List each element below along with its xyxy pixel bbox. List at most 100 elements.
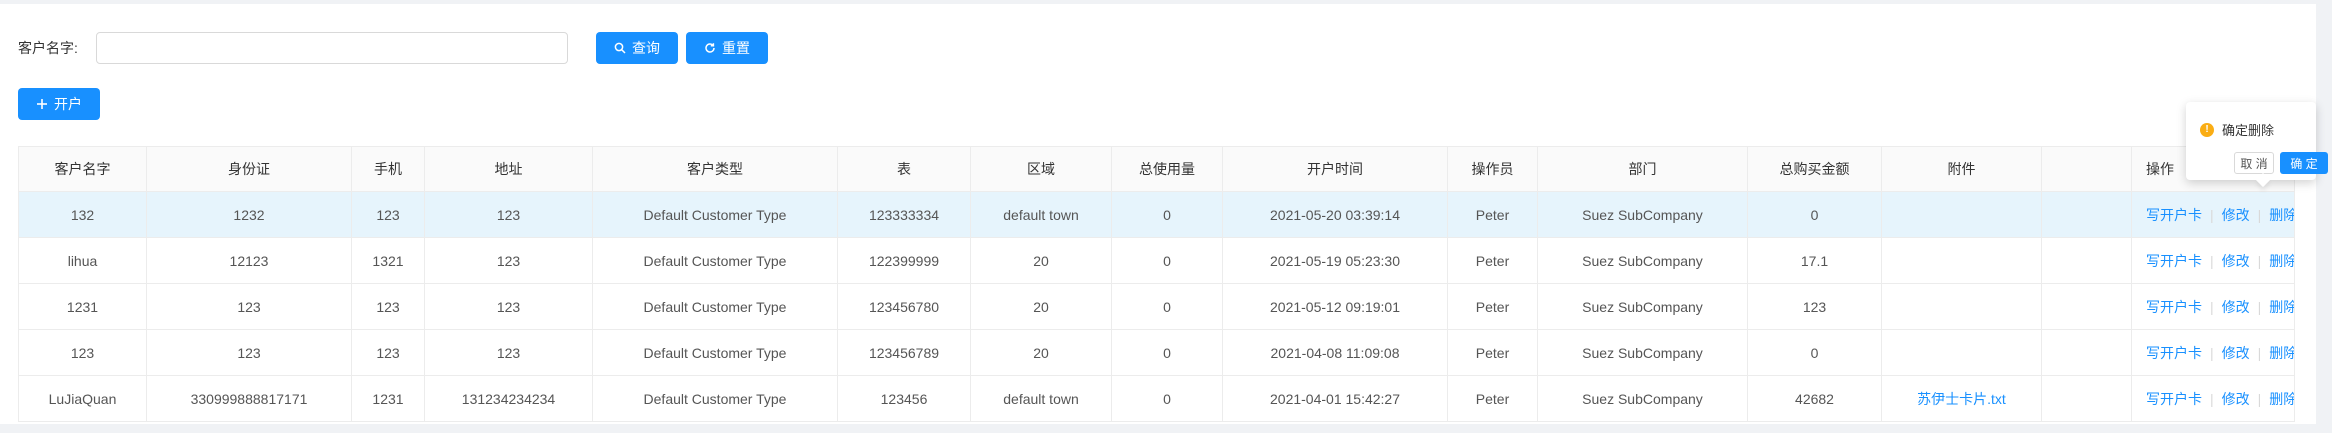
cell-region: 20 bbox=[970, 283, 1112, 330]
cell-operator: Peter bbox=[1447, 329, 1538, 376]
column-header: 区域 bbox=[970, 146, 1112, 192]
column-header: 部门 bbox=[1537, 146, 1748, 192]
cell-region: 20 bbox=[970, 329, 1112, 376]
cell-total-usage: 0 bbox=[1111, 283, 1223, 330]
cell-customer-name: 1231 bbox=[18, 283, 147, 330]
edit-link[interactable]: 修改 bbox=[2222, 345, 2250, 361]
customer-table: 客户名字 身份证 手机 地址 客户类型 表 区域 总使用量 开户时间 操作员 部… bbox=[18, 146, 2295, 422]
cell-actions: 写开户卡 | 修改 | 删除 bbox=[2131, 283, 2295, 330]
add-account-button[interactable]: 开户 bbox=[18, 88, 100, 120]
cell-total-purchase: 0 bbox=[1747, 329, 1882, 376]
divider: | bbox=[2210, 206, 2214, 223]
cell-phone: 123 bbox=[351, 191, 425, 238]
cell-id-card: 12123 bbox=[146, 237, 352, 284]
edit-link[interactable]: 修改 bbox=[2222, 207, 2250, 223]
add-account-label: 开户 bbox=[54, 96, 82, 112]
cell-open-time: 2021-05-12 09:19:01 bbox=[1222, 283, 1448, 330]
edit-link[interactable]: 修改 bbox=[2222, 391, 2250, 407]
divider: | bbox=[2257, 206, 2262, 223]
page-card: 客户名字: 查询 重置 开户 客户名字 身份证 手机 地址 客户类型 表 区域 … bbox=[0, 4, 2328, 424]
cell-empty bbox=[2041, 375, 2132, 422]
column-header: 手机 bbox=[351, 146, 425, 192]
reset-button[interactable]: 重置 bbox=[686, 32, 768, 64]
cell-customer-type: Default Customer Type bbox=[592, 375, 838, 422]
cell-empty bbox=[2041, 329, 2132, 376]
cell-attachment bbox=[1881, 237, 2042, 284]
edit-link[interactable]: 修改 bbox=[2222, 299, 2250, 315]
column-header: 地址 bbox=[424, 146, 593, 192]
popconfirm-message: 确定删除 bbox=[2222, 123, 2275, 138]
cell-id-card: 330999888817171 bbox=[146, 375, 352, 422]
cell-customer-type: Default Customer Type bbox=[592, 283, 838, 330]
delete-link[interactable]: 删除 bbox=[2269, 207, 2293, 223]
write-card-link[interactable]: 写开户卡 bbox=[2146, 207, 2202, 223]
divider: | bbox=[2257, 390, 2262, 407]
cell-department: Suez SubCompany bbox=[1537, 375, 1748, 422]
column-header: 操作员 bbox=[1447, 146, 1538, 192]
cell-total-usage: 0 bbox=[1111, 191, 1223, 238]
cell-department: Suez SubCompany bbox=[1537, 329, 1748, 376]
attachment-link[interactable]: 苏伊士卡片.txt bbox=[1917, 391, 2006, 407]
divider: | bbox=[2257, 252, 2262, 269]
delete-link[interactable]: 删除 bbox=[2269, 299, 2293, 315]
table-row: 1231 123 123 123 Default Customer Type 1… bbox=[18, 283, 2295, 330]
write-card-link[interactable]: 写开户卡 bbox=[2146, 299, 2202, 315]
cell-total-purchase: 42682 bbox=[1747, 375, 1882, 422]
cell-meter: 123456780 bbox=[837, 283, 971, 330]
cell-total-usage: 0 bbox=[1111, 329, 1223, 376]
column-header: 客户名字 bbox=[18, 146, 147, 192]
cell-department: Suez SubCompany bbox=[1537, 237, 1748, 284]
cell-attachment bbox=[1881, 283, 2042, 330]
cell-id-card: 123 bbox=[146, 329, 352, 376]
divider: | bbox=[2257, 344, 2262, 361]
delete-link[interactable]: 删除 bbox=[2269, 345, 2293, 361]
column-header: 总购买金额 bbox=[1747, 146, 1882, 192]
divider: | bbox=[2210, 252, 2214, 269]
popconfirm-cancel-button[interactable]: 取 消 bbox=[2234, 152, 2274, 174]
column-header: 开户时间 bbox=[1222, 146, 1448, 192]
edit-link[interactable]: 修改 bbox=[2222, 253, 2250, 269]
cell-meter: 123333334 bbox=[837, 191, 971, 238]
cell-department: Suez SubCompany bbox=[1537, 191, 1748, 238]
query-button[interactable]: 查询 bbox=[596, 32, 678, 64]
cell-customer-name: 132 bbox=[18, 191, 147, 238]
table-row: lihua 12123 1321 123 Default Customer Ty… bbox=[18, 237, 2295, 284]
table-row: 132 1232 123 123 Default Customer Type 1… bbox=[18, 191, 2295, 238]
cell-address: 123 bbox=[424, 329, 593, 376]
column-header: 附件 bbox=[1881, 146, 2042, 192]
column-header: 身份证 bbox=[146, 146, 352, 192]
cell-customer-name: LuJiaQuan bbox=[18, 375, 147, 422]
cell-operator: Peter bbox=[1447, 237, 1538, 284]
cell-attachment bbox=[1881, 329, 2042, 376]
plus-icon bbox=[36, 98, 48, 110]
table-row: LuJiaQuan 330999888817171 1231 131234234… bbox=[18, 375, 2295, 422]
write-card-link[interactable]: 写开户卡 bbox=[2146, 345, 2202, 361]
cell-address: 123 bbox=[424, 283, 593, 330]
divider: | bbox=[2210, 390, 2214, 407]
column-header: 总使用量 bbox=[1111, 146, 1223, 192]
cell-phone: 123 bbox=[351, 329, 425, 376]
cell-actions: 写开户卡 | 修改 | 删除 bbox=[2131, 237, 2295, 284]
customer-name-input[interactable] bbox=[96, 32, 568, 64]
cell-address: 131234234234 bbox=[424, 375, 593, 422]
divider: | bbox=[2210, 298, 2214, 315]
warning-icon: ! bbox=[2200, 122, 2214, 137]
cell-customer-name: lihua bbox=[18, 237, 147, 284]
cell-customer-name: 123 bbox=[18, 329, 147, 376]
cell-meter: 123456789 bbox=[837, 329, 971, 376]
delete-link[interactable]: 删除 bbox=[2269, 391, 2293, 407]
cell-region: default town bbox=[970, 375, 1112, 422]
cell-open-time: 2021-04-08 11:09:08 bbox=[1222, 329, 1448, 376]
cell-total-usage: 0 bbox=[1111, 375, 1223, 422]
write-card-link[interactable]: 写开户卡 bbox=[2146, 391, 2202, 407]
write-card-link[interactable]: 写开户卡 bbox=[2146, 253, 2202, 269]
popconfirm-ok-button[interactable]: 确 定 bbox=[2280, 152, 2328, 174]
column-header: 客户类型 bbox=[592, 146, 838, 192]
popconfirm-title: ! 确定删除 bbox=[2200, 120, 2274, 139]
cell-region: default town bbox=[970, 191, 1112, 238]
cell-region: 20 bbox=[970, 237, 1112, 284]
cell-attachment bbox=[1881, 191, 2042, 238]
customer-name-label: 客户名字: bbox=[18, 40, 78, 56]
column-header: 表 bbox=[837, 146, 971, 192]
delete-link[interactable]: 删除 bbox=[2269, 253, 2293, 269]
